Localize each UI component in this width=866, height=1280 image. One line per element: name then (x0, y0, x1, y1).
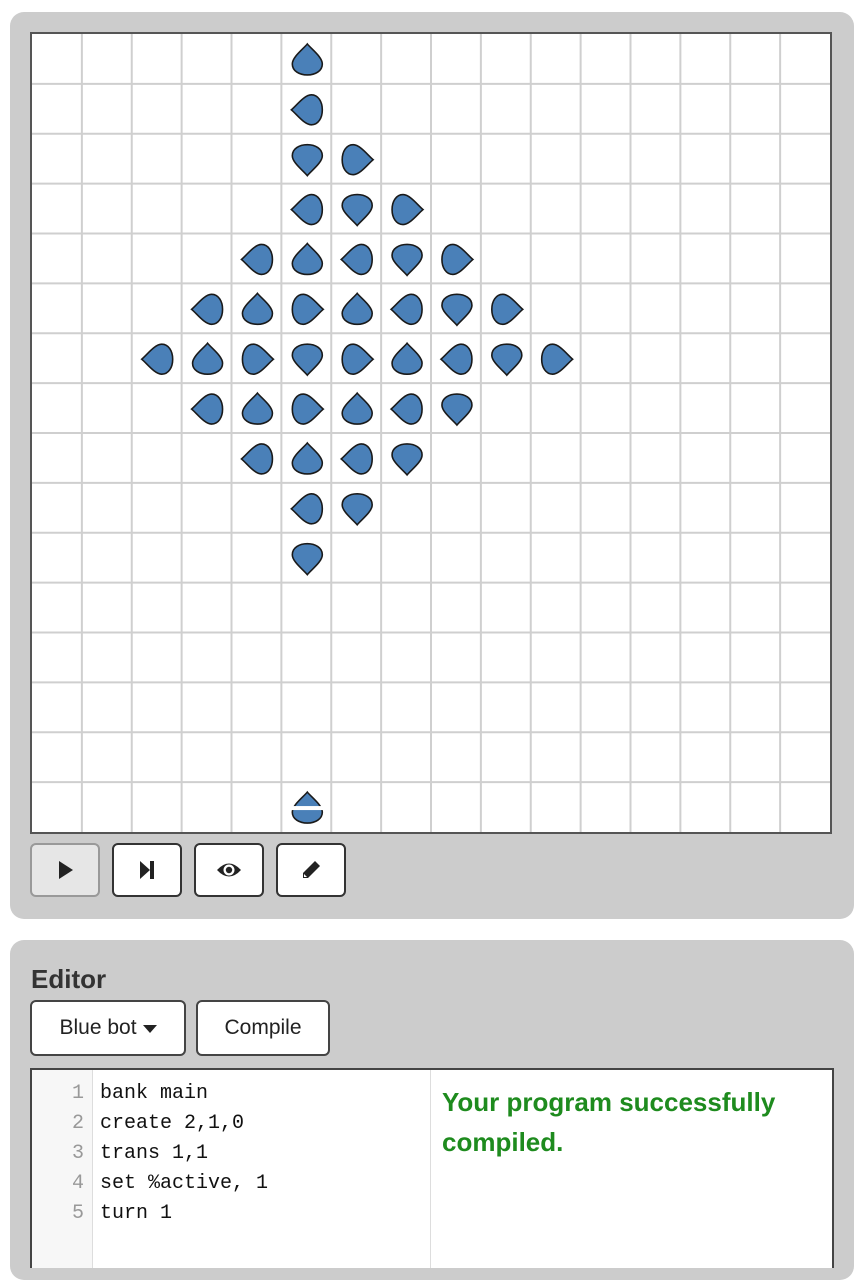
line-number: 4 (71, 1172, 84, 1195)
bot-icon[interactable] (341, 193, 373, 227)
bot-icon[interactable] (389, 293, 423, 326)
bot-icon[interactable] (339, 243, 373, 276)
bot-icon[interactable] (291, 42, 324, 76)
bot-icon[interactable] (391, 193, 425, 226)
bot-icon[interactable] (290, 493, 324, 525)
line-number: 2 (71, 1112, 84, 1135)
code-line[interactable]: set %active, 1 (100, 1172, 268, 1195)
editor-divider (430, 1070, 431, 1268)
bot-icon[interactable] (291, 393, 325, 425)
play-button[interactable] (30, 843, 100, 897)
bot-icon[interactable] (391, 243, 423, 277)
bot-icon[interactable] (140, 343, 174, 375)
bot-icon[interactable] (491, 343, 523, 377)
game-board[interactable] (30, 32, 832, 834)
line-number: 5 (71, 1202, 84, 1225)
caret-down-icon (142, 1025, 157, 1033)
bot-select-label: Blue bot (59, 1016, 137, 1039)
bot-select-dropdown[interactable]: Blue bot (30, 1000, 186, 1056)
view-button[interactable] (194, 843, 264, 897)
bot-icon[interactable] (291, 343, 324, 377)
play-icon (59, 861, 73, 879)
bot-icon[interactable] (341, 292, 373, 326)
bot-icon[interactable] (491, 293, 525, 326)
bot-icon[interactable] (540, 343, 574, 375)
bot-icon[interactable] (341, 143, 375, 176)
board-grid (32, 34, 830, 832)
line-number: 1 (71, 1082, 84, 1105)
bot-icon[interactable] (291, 542, 324, 576)
step-forward-icon (140, 861, 154, 879)
bot-icon[interactable] (241, 343, 275, 375)
code-line[interactable]: bank main (100, 1082, 208, 1105)
bot-icon[interactable] (190, 393, 224, 425)
step-button[interactable] (112, 843, 182, 897)
bot-icon[interactable] (441, 393, 473, 427)
compile-label: Compile (224, 1016, 302, 1039)
compile-button[interactable]: Compile (196, 1000, 330, 1056)
bot-icon[interactable] (291, 441, 324, 475)
bot-icon[interactable] (290, 193, 324, 226)
code-line[interactable]: turn 1 (100, 1202, 172, 1225)
bot-icon[interactable] (339, 443, 373, 475)
bot-icon[interactable] (291, 143, 324, 177)
pencil-icon (303, 861, 320, 878)
board-panel (10, 12, 854, 919)
bot-icon[interactable] (391, 443, 423, 477)
bot-icon[interactable] (441, 293, 473, 327)
line-number: 3 (71, 1142, 84, 1165)
editor-panel: Editor Blue bot Compile 1 2 3 4 5 bank m… (10, 940, 854, 1280)
bot-icon[interactable] (241, 391, 274, 425)
editor-title: Editor (31, 964, 107, 994)
bot-icon[interactable] (341, 343, 375, 375)
bot-icon[interactable] (391, 341, 423, 375)
code-editor[interactable]: 1 2 3 4 5 bank main create 2,1,0 trans 1… (30, 1068, 834, 1268)
bot-icon[interactable] (389, 393, 423, 425)
code-line[interactable]: trans 1,1 (100, 1142, 208, 1165)
bot-icon[interactable] (240, 243, 274, 276)
compile-status-message: Your program successfully compiled. (442, 1087, 776, 1157)
bot-icon[interactable] (341, 391, 373, 425)
edit-button[interactable] (276, 843, 346, 897)
line-number-gutter: 1 2 3 4 5 (32, 1070, 93, 1268)
bot-icon[interactable] (291, 242, 324, 276)
bot-icon[interactable] (191, 341, 224, 375)
bot-icon[interactable] (290, 94, 324, 126)
bot-icon[interactable] (190, 293, 224, 326)
bot-icon[interactable] (441, 243, 475, 276)
bot-icon[interactable] (240, 443, 274, 475)
bot-icon[interactable] (341, 493, 373, 527)
bot-icon[interactable] (439, 343, 473, 375)
bot-icon[interactable] (291, 293, 325, 326)
bot-icon[interactable] (241, 292, 274, 326)
code-line[interactable]: create 2,1,0 (100, 1112, 244, 1135)
active-bot-icon[interactable] (291, 790, 324, 824)
eye-icon (217, 863, 241, 877)
